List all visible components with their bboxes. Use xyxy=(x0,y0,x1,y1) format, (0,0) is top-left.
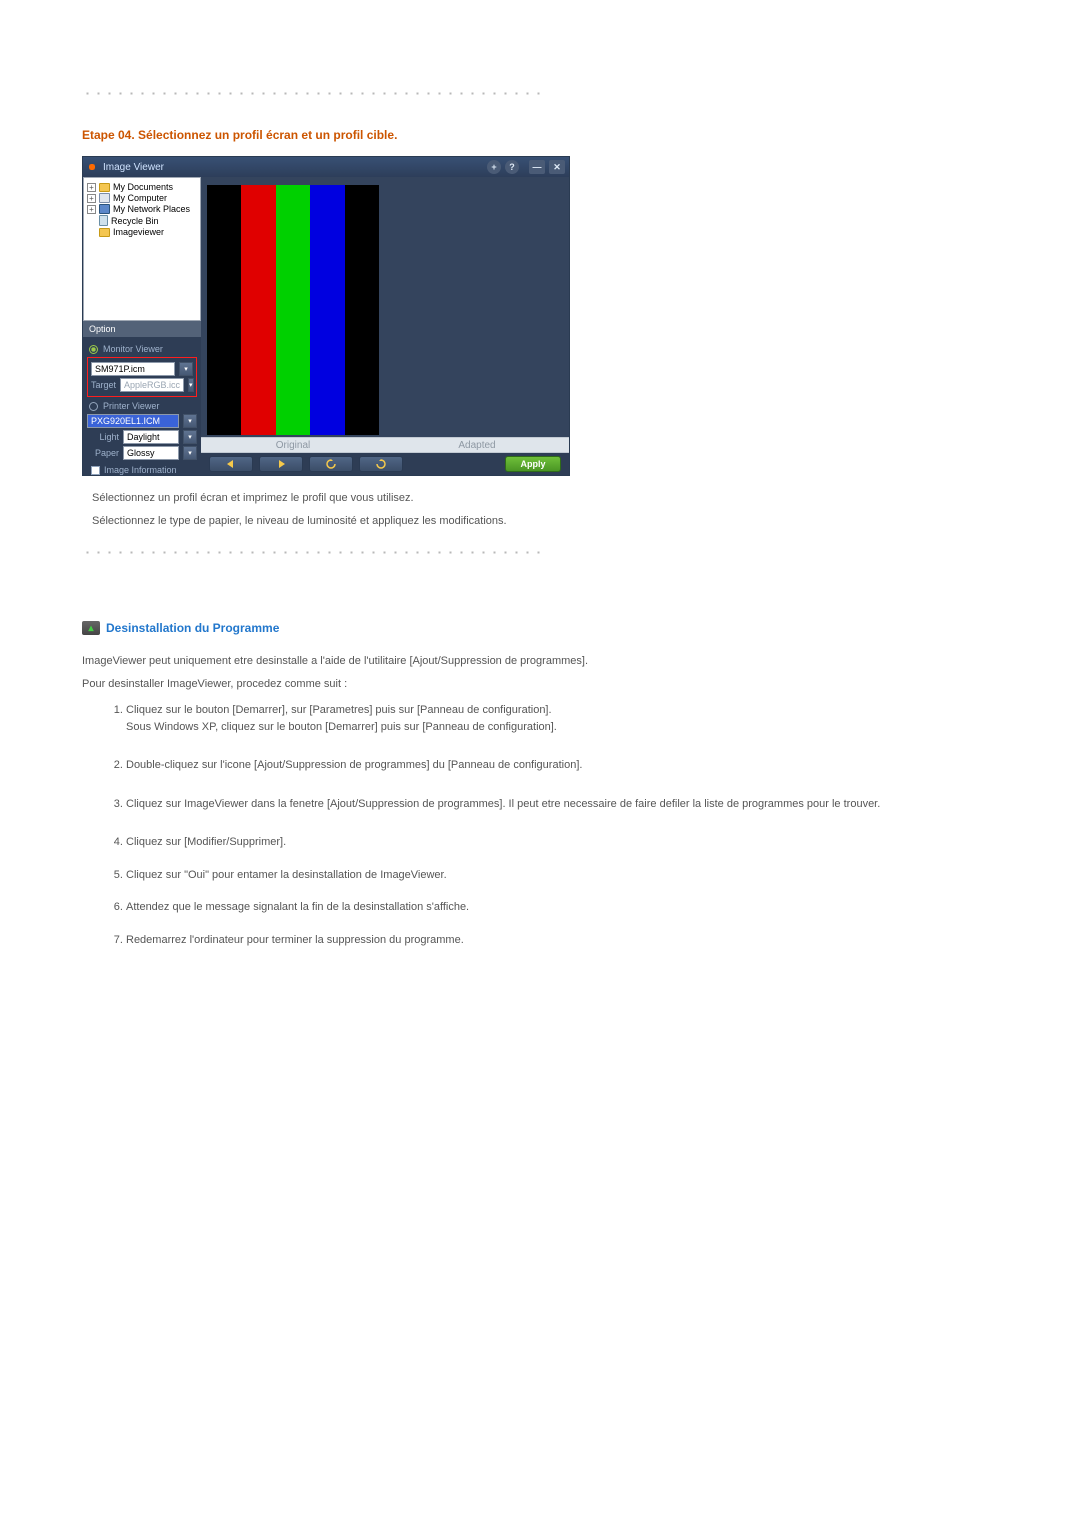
monitor-profile-select[interactable]: SM971P.icm xyxy=(91,362,175,376)
step4-note2: Sélectionnez le type de papier, le nivea… xyxy=(92,513,998,530)
titlebar: Image Viewer + ? — ✕ xyxy=(83,157,569,177)
monitor-viewer-label: Monitor Viewer xyxy=(103,344,163,354)
paper-select[interactable]: Glossy xyxy=(123,446,179,460)
chevron-down-icon[interactable]: ▾ xyxy=(183,446,197,460)
folder-tree[interactable]: +My Documents +My Computer +My Network P… xyxy=(83,177,201,321)
list-item: Cliquez sur "Oui" pour entamer la desins… xyxy=(126,867,998,884)
divider-dots xyxy=(82,543,546,557)
tree-item[interactable]: My Computer xyxy=(113,193,167,203)
titlebar-plus-button[interactable]: + xyxy=(487,160,501,174)
tree-item[interactable]: My Documents xyxy=(113,182,173,192)
uninstall-intro2: Pour desinstaller ImageViewer, procedez … xyxy=(82,676,998,693)
target-label: Target xyxy=(91,380,116,390)
paper-label: Paper xyxy=(87,448,119,458)
network-icon xyxy=(99,204,110,214)
list-item: Double-cliquez sur l'icone [Ajout/Suppre… xyxy=(126,757,998,774)
step-text: Cliquez sur le bouton [Demarrer], sur [P… xyxy=(126,704,552,716)
list-item: Cliquez sur le bouton [Demarrer], sur [P… xyxy=(126,702,998,735)
adapted-caption: Adapted xyxy=(385,437,569,453)
main-preview: Original Adapted Apply xyxy=(201,177,569,475)
printer-viewer-label: Printer Viewer xyxy=(103,401,159,411)
target-profile-select[interactable]: AppleRGB.icc xyxy=(120,378,184,392)
monitor-profile-highlight: SM971P.icm ▾ Target AppleRGB.icc ▾ xyxy=(87,357,197,397)
uninstall-steps: Cliquez sur le bouton [Demarrer], sur [P… xyxy=(82,702,998,948)
image-viewer-window: Image Viewer + ? — ✕ +My Documents +My C… xyxy=(82,156,570,476)
chevron-down-icon[interactable]: ▾ xyxy=(179,362,193,376)
prev-button[interactable] xyxy=(209,456,253,472)
tree-item[interactable]: Imageviewer xyxy=(113,227,164,237)
list-item: Cliquez sur [Modifier/Supprimer]. xyxy=(126,834,998,851)
app-title: Image Viewer xyxy=(103,162,164,173)
tree-item[interactable]: My Network Places xyxy=(113,204,190,214)
preview-toolbar: Apply xyxy=(201,453,569,475)
option-header: Option xyxy=(83,321,201,337)
step4-note1: Sélectionnez un profil écran et imprimez… xyxy=(92,490,998,507)
monitor-viewer-radio[interactable] xyxy=(89,345,98,354)
image-info-label: Image Information xyxy=(104,465,177,475)
original-caption: Original xyxy=(201,437,385,453)
section-icon xyxy=(82,621,100,635)
chevron-down-icon[interactable]: ▾ xyxy=(188,378,194,392)
uninstall-heading-text: Desinstallation du Programme xyxy=(106,621,279,635)
printer-viewer-radio[interactable] xyxy=(89,402,98,411)
app-logo-icon xyxy=(87,162,97,172)
titlebar-close-button[interactable]: ✕ xyxy=(549,160,565,174)
titlebar-help-button[interactable]: ? xyxy=(505,160,519,174)
folder-icon xyxy=(99,228,110,237)
chevron-down-icon[interactable]: ▾ xyxy=(183,414,197,428)
chevron-down-icon[interactable]: ▾ xyxy=(183,430,197,444)
step4-heading: Etape 04. Sélectionnez un profil écran e… xyxy=(82,128,998,142)
apply-button[interactable]: Apply xyxy=(505,456,561,472)
rotate-left-button[interactable] xyxy=(309,456,353,472)
next-button[interactable] xyxy=(259,456,303,472)
original-preview xyxy=(207,185,379,435)
titlebar-minimize-button[interactable]: — xyxy=(529,160,545,174)
step-text: Sous Windows XP, cliquez sur le bouton [… xyxy=(126,721,557,733)
uninstall-intro1: ImageViewer peut uniquement etre desinst… xyxy=(82,653,998,670)
list-item: Attendez que le message signalant la fin… xyxy=(126,899,998,916)
light-label: Light xyxy=(87,432,119,442)
recycle-bin-icon xyxy=(99,215,108,226)
list-item: Redemarrez l'ordinateur pour terminer la… xyxy=(126,932,998,949)
list-item: Cliquez sur ImageViewer dans la fenetre … xyxy=(126,796,998,813)
light-select[interactable]: Daylight xyxy=(123,430,179,444)
sidebar: +My Documents +My Computer +My Network P… xyxy=(83,177,201,475)
uninstall-heading: Desinstallation du Programme xyxy=(82,621,998,635)
folder-icon xyxy=(99,183,110,192)
divider-dots xyxy=(82,84,546,98)
tree-item[interactable]: Recycle Bin xyxy=(111,216,159,226)
printer-profile-select[interactable]: PXG920EL1.ICM xyxy=(87,414,179,428)
image-info-checkbox[interactable] xyxy=(91,466,100,475)
rotate-right-button[interactable] xyxy=(359,456,403,472)
adapted-preview xyxy=(391,185,563,435)
computer-icon xyxy=(99,193,110,203)
